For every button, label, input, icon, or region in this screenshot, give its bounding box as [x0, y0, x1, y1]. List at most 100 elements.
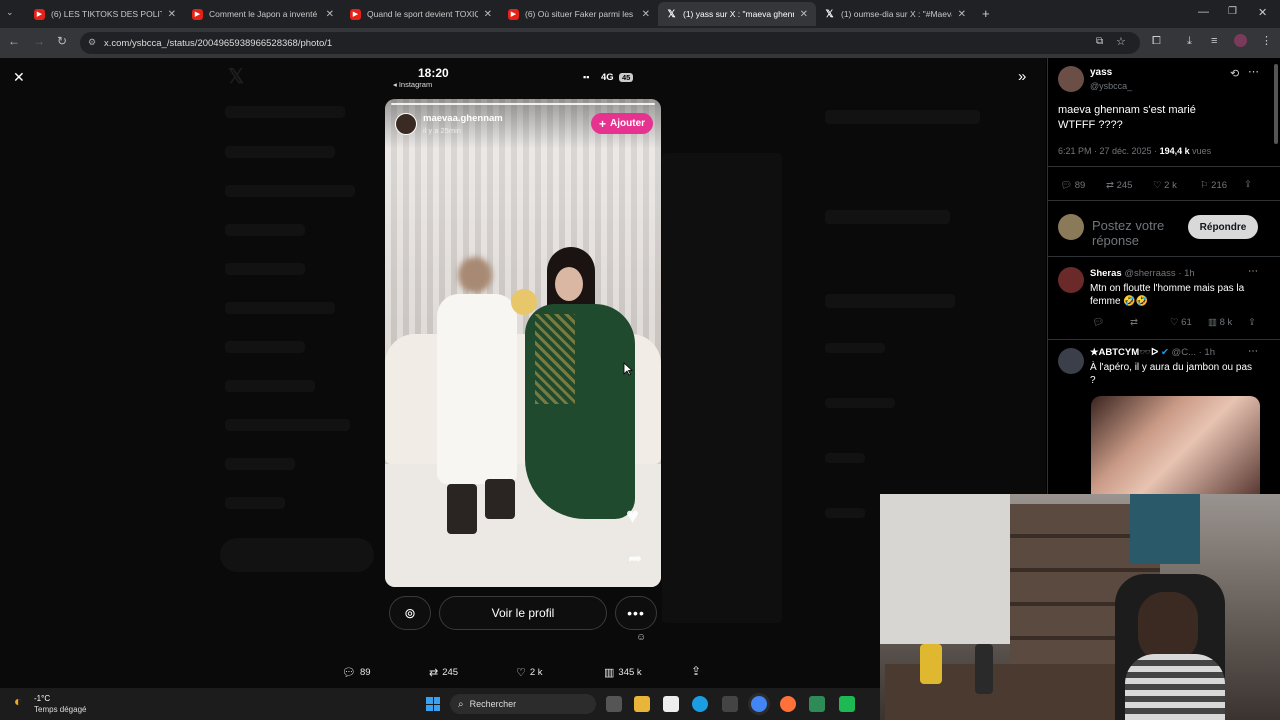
signal-icon: ▪▪: [583, 72, 590, 82]
reply-text: Mtn on floutte l'homme mais pas la femme…: [1090, 283, 1245, 307]
new-tab-icon[interactable]: +: [982, 6, 990, 21]
close-tab-icon[interactable]: ✕: [168, 9, 176, 20]
author-avatar[interactable]: [1058, 66, 1084, 92]
firefox-icon[interactable]: [780, 696, 796, 712]
collapse-sidebar-icon[interactable]: »: [1018, 68, 1026, 85]
reply-avatar[interactable]: [1058, 267, 1084, 293]
reply-button[interactable]: Répondre: [1188, 215, 1258, 239]
more-options-button[interactable]: •••: [615, 596, 657, 630]
x-logo-icon: 𝕏: [228, 66, 245, 88]
tweet-bookmark-button[interactable]: ⚐ 216: [1200, 180, 1227, 191]
tweet-reply-button[interactable]: 💬︎ 89: [1060, 180, 1085, 191]
sticker-icon[interactable]: ☺: [636, 632, 646, 643]
browser-tab[interactable]: ▶ (6) Où situer Faker parmi les lég ✕: [500, 2, 658, 26]
grok-icon[interactable]: ⟲: [1230, 67, 1239, 80]
reply-comment-icon[interactable]: 💬︎: [1092, 317, 1104, 328]
view-profile-button[interactable]: Voir le profil: [439, 596, 607, 630]
chrome-icon[interactable]: [751, 696, 767, 712]
media-reply-button[interactable]: 💬︎ 89: [342, 666, 371, 679]
weather-status[interactable]: Temps dégagé: [34, 705, 86, 714]
author-handle[interactable]: @ysbcca_: [1090, 81, 1132, 91]
back-icon[interactable]: ←: [8, 34, 20, 48]
camera-button[interactable]: ⊚: [389, 596, 431, 630]
taskbar-search[interactable]: ⌕ Rechercher: [450, 694, 596, 714]
edge-icon[interactable]: [692, 696, 708, 712]
more-dots-icon: •••: [627, 605, 645, 621]
browser-tab-active[interactable]: 𝕏 (1) yass sur X : "maeva ghennam ✕: [658, 2, 816, 26]
close-tab-icon[interactable]: ✕: [484, 9, 492, 20]
install-app-icon[interactable]: ⧉: [1096, 36, 1103, 47]
back-to-instagram: ◂ Instagram: [393, 80, 433, 89]
story-avatar[interactable]: [395, 113, 417, 135]
media-share-icon[interactable]: ⇪: [691, 664, 701, 678]
windows-start-icon[interactable]: [426, 697, 440, 711]
reply-more-icon[interactable]: ⋯: [1248, 346, 1258, 357]
reply-repost-icon[interactable]: ⇄: [1130, 317, 1138, 328]
share-arrow-icon[interactable]: ➦: [628, 549, 642, 569]
site-info-icon[interactable]: ⚙: [88, 37, 96, 48]
story-username[interactable]: maevaa.ghennam: [423, 113, 503, 124]
browser-tab[interactable]: 𝕏 (1) oumse-dia sur X : "#MaevaG ✕: [816, 2, 974, 26]
close-tab-icon[interactable]: ✕: [642, 9, 650, 20]
close-tab-icon[interactable]: ✕: [958, 9, 966, 20]
tweet-like-button[interactable]: ♡ 2 k: [1153, 180, 1177, 191]
close-viewer-icon[interactable]: ✕: [13, 69, 25, 86]
reply-share-icon[interactable]: ⇪: [1248, 317, 1256, 328]
reply-more-icon[interactable]: ⋯: [1248, 266, 1258, 277]
media-views-button[interactable]: ▥ 345 k: [604, 666, 642, 679]
add-button[interactable]: + Ajouter: [591, 113, 654, 134]
reload-icon[interactable]: ↻: [57, 34, 67, 48]
browser-tab[interactable]: ▶ Comment le Japon a inventé l'a ✕: [184, 2, 342, 26]
reply-like-button[interactable]: ♡ 61: [1170, 317, 1192, 328]
browser-menu-icon[interactable]: ⋮: [1261, 34, 1272, 47]
divider: [1048, 339, 1280, 340]
reply-views-button[interactable]: ▥ 8 k: [1208, 317, 1232, 328]
verified-badge-icon: ✔: [1160, 347, 1169, 358]
temperature[interactable]: -1°C: [34, 694, 50, 703]
sidebar-scrollbar[interactable]: [1274, 64, 1278, 144]
heart-reaction-icon[interactable]: ♥: [626, 503, 639, 529]
close-tab-icon[interactable]: ✕: [800, 9, 808, 20]
app-icon[interactable]: [809, 696, 825, 712]
media-like-button[interactable]: ♡ 2 k: [516, 666, 543, 679]
sidebar-heading-placeholder: [825, 210, 950, 224]
browser-tab[interactable]: ▶ Quand le sport devient TOXIQU ✕: [342, 2, 500, 26]
task-view-icon[interactable]: [606, 696, 622, 712]
nav-placeholder: [225, 419, 350, 431]
notepad-icon[interactable]: [663, 696, 679, 712]
minimize-icon[interactable]: —: [1198, 6, 1209, 18]
network-type: 4G: [601, 72, 614, 83]
forward-icon[interactable]: →: [33, 34, 45, 48]
app-icon[interactable]: [839, 696, 855, 712]
browser-tab[interactable]: ▶ (6) LES TIKTOKS DES POLITIQUE ✕: [26, 2, 184, 26]
reply-image[interactable]: [1091, 396, 1260, 494]
profile-avatar[interactable]: [1234, 34, 1247, 47]
reply-bubble-icon: 💬︎: [1060, 180, 1073, 191]
close-tab-icon[interactable]: ✕: [326, 9, 334, 20]
tweet-view-count: 194,4 k: [1159, 146, 1190, 156]
window-light: [880, 494, 1010, 644]
media-controls-icon[interactable]: ≡: [1211, 35, 1217, 47]
tweet-more-icon[interactable]: ⋯: [1248, 65, 1259, 78]
extensions-icon[interactable]: ⧠: [1152, 35, 1161, 48]
browser-tab-bar: ⌄ ▶ (6) LES TIKTOKS DES POLITIQUE ✕ ▶ Co…: [0, 0, 1280, 28]
tab-list-icon[interactable]: ⌄: [6, 7, 14, 18]
maximize-icon[interactable]: ❐: [1228, 6, 1237, 17]
reply-avatar[interactable]: [1058, 348, 1084, 374]
streamer-head: [1138, 592, 1198, 662]
media-repost-button[interactable]: ⇄ 245: [429, 666, 458, 679]
close-window-icon[interactable]: ✕: [1258, 6, 1267, 19]
store-icon[interactable]: [722, 696, 738, 712]
tweet-share-icon[interactable]: ⇪: [1244, 179, 1252, 190]
bookmark-star-icon[interactable]: ☆: [1116, 35, 1126, 48]
phone-clock: 18:20: [418, 66, 449, 80]
author-name[interactable]: yass: [1090, 67, 1112, 78]
file-explorer-icon[interactable]: [634, 696, 650, 712]
tweet-repost-button[interactable]: ⇄ 245: [1106, 180, 1132, 191]
story-photo[interactable]: maevaa.ghennam il y a 25min + Ajouter ♥ …: [385, 99, 661, 587]
nav-placeholder: [225, 106, 345, 118]
weather-icon[interactable]: ◐: [14, 693, 22, 709]
download-icon[interactable]: ⤓: [1187, 35, 1192, 48]
address-bar[interactable]: ⚙ x.com/ysbcca_/status/20049659389665283…: [80, 32, 1140, 54]
reply-input[interactable]: Postez votre réponse: [1092, 218, 1184, 248]
